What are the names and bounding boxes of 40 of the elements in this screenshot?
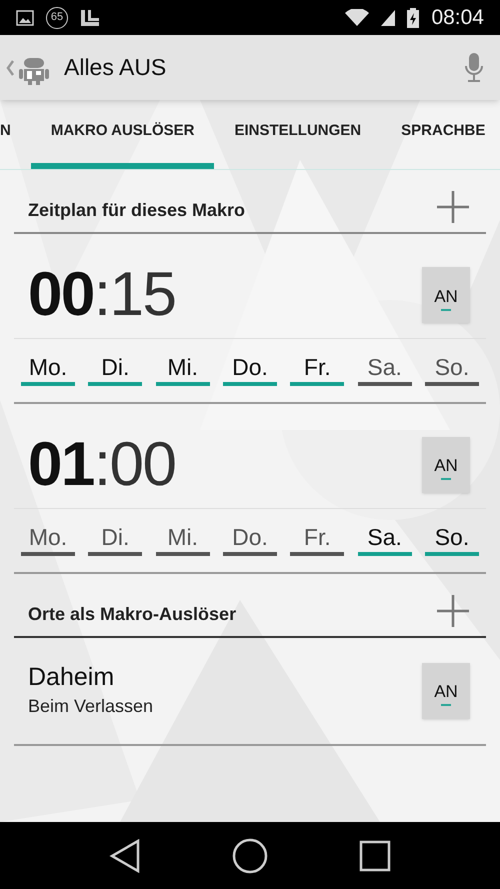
weekday-toggle[interactable]: Mi. [156, 353, 210, 386]
image-icon [16, 10, 34, 26]
section-heading: Zeitplan für dieses Makro [28, 199, 246, 222]
add-icon[interactable] [436, 190, 470, 224]
recents-icon[interactable] [358, 840, 391, 872]
tab[interactable]: SPRACHBE [381, 100, 500, 169]
signal-icon [381, 8, 396, 26]
wifi-icon [345, 8, 370, 26]
weekday-toggle[interactable]: Do. [222, 522, 277, 556]
section-heading: Orte als Makro-Auslöser [28, 602, 236, 626]
weekday-toggle[interactable]: Di. [88, 522, 142, 556]
home-icon[interactable] [232, 838, 268, 874]
trigger-text: Beim Verlassen [28, 694, 154, 718]
toggle-button[interactable]: AN [422, 267, 470, 323]
weekday-toggle[interactable]: Sa. [358, 353, 412, 386]
screen-title: Alles AUS [64, 53, 166, 82]
weekday-toggle[interactable]: So. [424, 522, 479, 556]
toggle-button[interactable]: AN [422, 662, 470, 719]
weekday-toggle[interactable]: Fr. [290, 353, 344, 386]
weekday-toggle[interactable]: Fr. [290, 522, 344, 556]
toggle-button[interactable]: AN [422, 436, 470, 493]
clock: 08:04 [431, 4, 484, 31]
weekday-toggle[interactable]: So. [424, 353, 479, 386]
add-icon[interactable] [436, 594, 470, 628]
location-name: Daheim [28, 662, 116, 692]
app-icon [80, 8, 100, 26]
time-text[interactable]: 00:15 [28, 264, 176, 326]
weekday-toggle[interactable]: Mo. [21, 522, 75, 556]
notification-count: 65 [46, 6, 68, 28]
tab[interactable]: N [0, 100, 31, 169]
tab[interactable]: MAKRO AUSLÖSER [30, 100, 214, 169]
weekday-toggle[interactable]: Sa. [358, 522, 412, 556]
microphone-icon[interactable] [464, 52, 484, 84]
weekday-toggle[interactable]: Do. [222, 353, 277, 386]
weekday-toggle[interactable]: Mi. [156, 522, 210, 556]
weekday-toggle[interactable]: Di. [88, 353, 142, 386]
battery-icon [407, 8, 420, 28]
weekday-toggle[interactable]: Mo. [21, 353, 75, 386]
back-icon[interactable] [109, 838, 142, 872]
time-text[interactable]: 01:00 [28, 434, 176, 496]
